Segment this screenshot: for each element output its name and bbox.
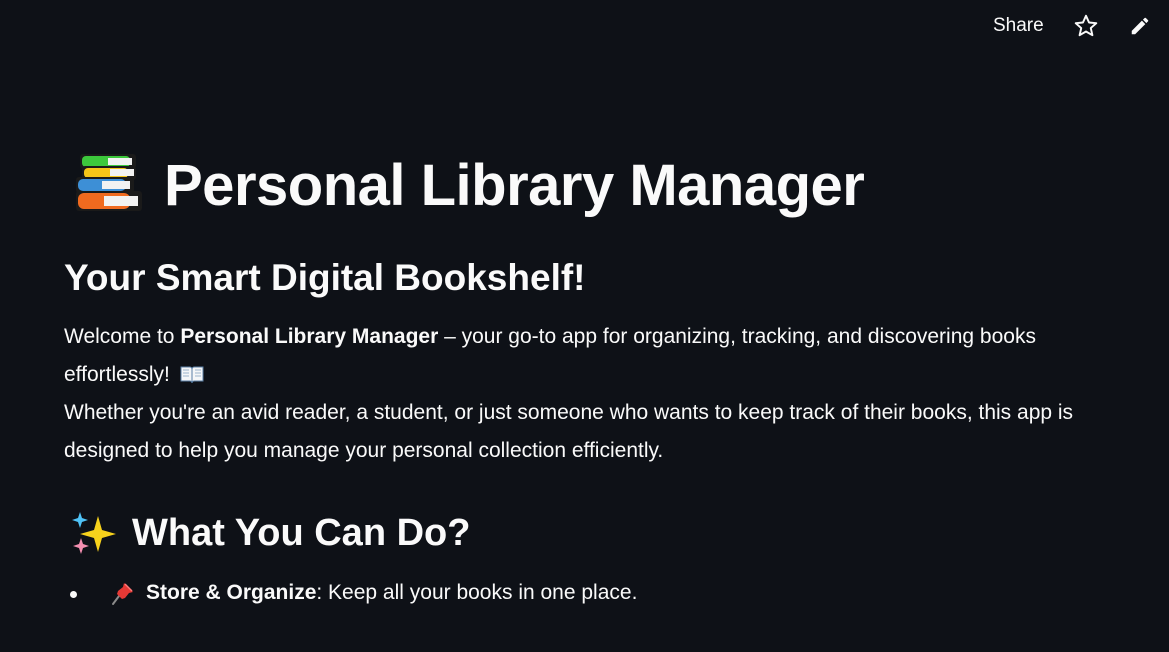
open-book-icon bbox=[180, 366, 204, 384]
intro-paragraph: Welcome to Personal Library Manager – yo… bbox=[64, 318, 1104, 470]
page-subtitle: Your Smart Digital Bookshelf! bbox=[64, 257, 586, 298]
features-list: Store & Organize: Keep all your books in… bbox=[64, 576, 1104, 610]
title-row: Personal Library Manager bbox=[64, 140, 1104, 232]
edit-button[interactable] bbox=[1126, 12, 1154, 40]
star-icon bbox=[1074, 14, 1098, 37]
books-icon bbox=[76, 154, 142, 211]
pencil-icon bbox=[1131, 17, 1149, 35]
share-button[interactable]: Share bbox=[984, 10, 1053, 42]
page-title: Personal Library Manager bbox=[164, 153, 865, 218]
feature-name: Store & Organize bbox=[146, 581, 317, 605]
feature-description: : Keep all your books in one place. bbox=[316, 581, 638, 605]
bullet-point bbox=[70, 591, 77, 599]
features-title: What You Can Do? bbox=[132, 511, 471, 554]
welcome-prefix: Welcome to bbox=[64, 325, 181, 349]
top-toolbar: Share bbox=[0, 0, 1169, 52]
main-content: Personal Library Manager Your Smart Digi… bbox=[64, 140, 1104, 610]
features-heading: What You Can Do? bbox=[64, 510, 1104, 556]
app-name: Personal Library Manager bbox=[180, 325, 439, 349]
sparkles-icon bbox=[72, 512, 116, 555]
intro-description: Whether you're an avid reader, a student… bbox=[64, 401, 1074, 463]
pushpin-icon bbox=[112, 583, 133, 606]
star-button[interactable] bbox=[1072, 12, 1100, 40]
list-item: Store & Organize: Keep all your books in… bbox=[64, 576, 1104, 610]
